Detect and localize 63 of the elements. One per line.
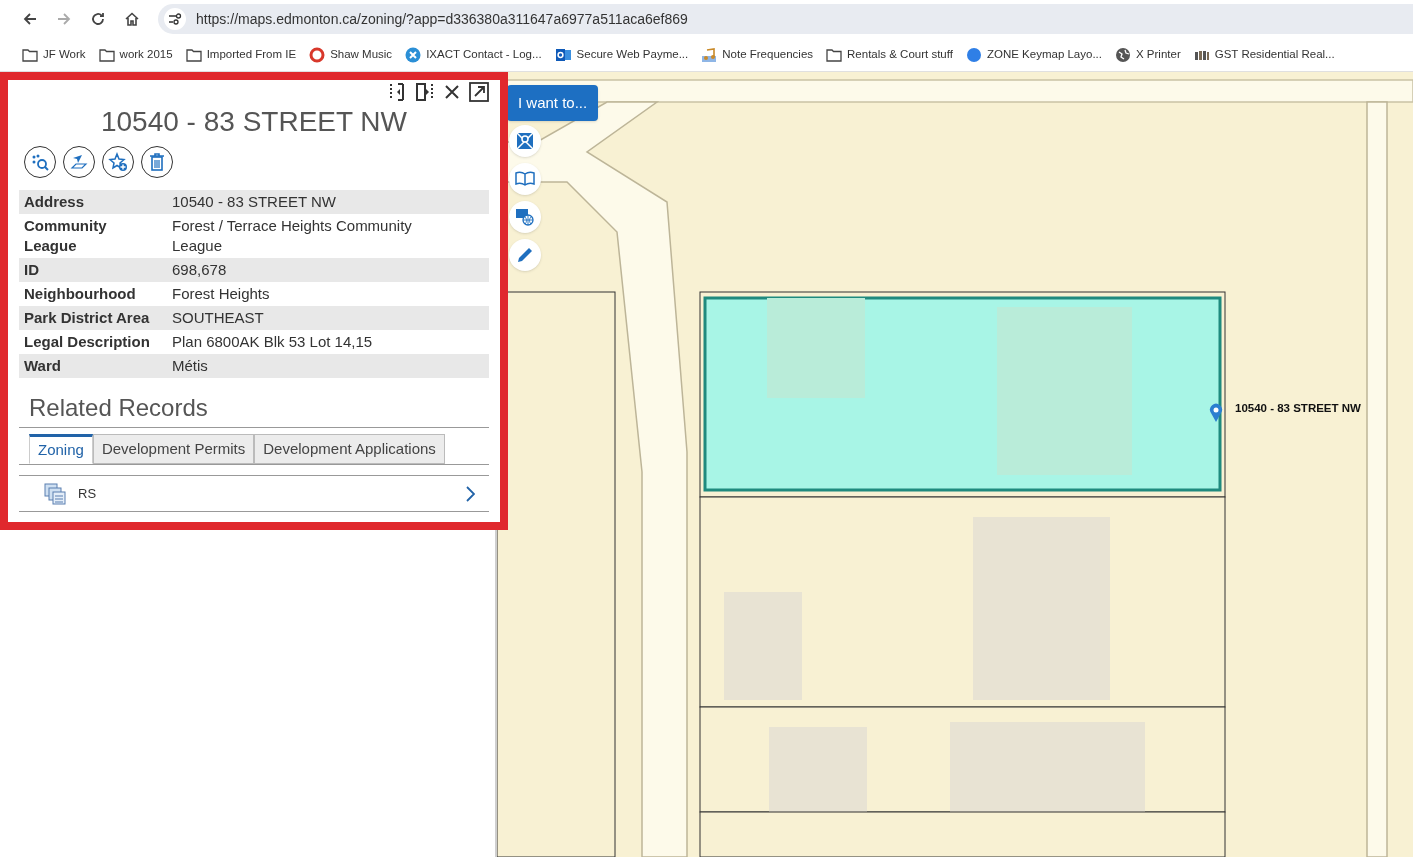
- detail-value: Forest / Terrace Heights Community League: [172, 216, 413, 256]
- dock-left-icon[interactable]: [389, 82, 407, 102]
- detail-label: Ward: [24, 356, 62, 376]
- bookmark[interactable]: Shaw Music: [309, 45, 393, 64]
- tab[interactable]: Development Applications: [254, 434, 445, 464]
- back-icon[interactable]: [22, 11, 38, 27]
- detail-value: 10540 - 83 STREET NW: [172, 192, 337, 212]
- reload-icon[interactable]: [90, 11, 106, 27]
- location-pin-icon: [1209, 403, 1223, 423]
- folder-icon: [826, 47, 843, 62]
- music-note-icon: [701, 46, 718, 63]
- bookmark[interactable]: ZONE Keymap Layo...: [965, 45, 1102, 64]
- tab[interactable]: Zoning: [29, 434, 93, 464]
- bookmark[interactable]: IXACT Contact - Log...: [405, 45, 542, 64]
- pencil-icon: [516, 246, 534, 264]
- search-points-icon: [31, 153, 49, 171]
- record-row[interactable]: RS: [19, 476, 489, 512]
- bars-icon: [1193, 48, 1210, 61]
- address-bar[interactable]: https://maps.edmonton.ca/zoning/?app=d336380a311647a6977a511aca6ef869: [158, 4, 1413, 34]
- chevron-right-icon[interactable]: [465, 485, 475, 502]
- detail-label: Community League: [24, 216, 108, 256]
- dock-right-icon[interactable]: [415, 82, 435, 102]
- cross-circle-icon: [405, 46, 422, 63]
- star-plus-icon: [108, 152, 128, 172]
- detail-value: Plan 6800AK Blk 53 Lot 14,15: [172, 332, 374, 352]
- bookmark[interactable]: GST Residential Real...: [1193, 45, 1335, 64]
- mail-icon: [554, 46, 572, 63]
- ring-icon: [309, 46, 326, 63]
- bookmark[interactable]: Imported From IE: [185, 45, 297, 64]
- site-settings-icon[interactable]: [164, 8, 186, 30]
- trash-icon: [149, 153, 165, 171]
- detail-value: Métis: [172, 356, 209, 376]
- bookmark[interactable]: Note Frequencies: [701, 45, 814, 64]
- detail-label: ID: [24, 260, 40, 280]
- image-globe-icon: [515, 208, 535, 226]
- detail-label: Neighbourhood: [24, 284, 137, 304]
- tab[interactable]: Development Permits: [92, 434, 255, 464]
- record-label: RS: [78, 484, 98, 503]
- folder-icon: [185, 47, 202, 62]
- detail-label: Legal Description: [24, 332, 151, 352]
- detail-label: Address: [24, 192, 86, 212]
- url-text: https://maps.edmonton.ca/zoning/?app=d336380a311647a6977a511aca6ef869: [196, 9, 688, 29]
- bookmark[interactable]: JF Work: [22, 45, 86, 64]
- pin-label: 10540 - 83 STREET NW: [1235, 401, 1361, 416]
- book-icon: [515, 171, 535, 187]
- documents-icon: [44, 482, 66, 505]
- detail-value: SOUTHEAST: [172, 308, 265, 328]
- pop-out-icon[interactable]: [469, 82, 489, 102]
- i-want-to-button[interactable]: I want to...: [507, 85, 599, 121]
- detail-value: 698,678: [172, 260, 228, 280]
- globe-icon: [1115, 46, 1131, 63]
- folder-icon: [22, 47, 38, 62]
- bookmark[interactable]: Rentals & Court stuff: [826, 45, 953, 64]
- detail-value: Forest Heights: [172, 284, 271, 304]
- panel-title: 10540 - 83 STREET NW: [99, 105, 408, 139]
- bookmark[interactable]: X Printer: [1115, 45, 1181, 64]
- arrow-to-plane-icon: [70, 153, 88, 171]
- bookmark[interactable]: work 2015: [98, 45, 173, 64]
- home-icon[interactable]: [124, 11, 140, 27]
- section-heading: Related Records: [29, 393, 209, 423]
- detail-label: Park District Area: [24, 308, 151, 328]
- bookmark[interactable]: Secure Web Payme...: [554, 45, 689, 64]
- folder-icon: [98, 47, 115, 62]
